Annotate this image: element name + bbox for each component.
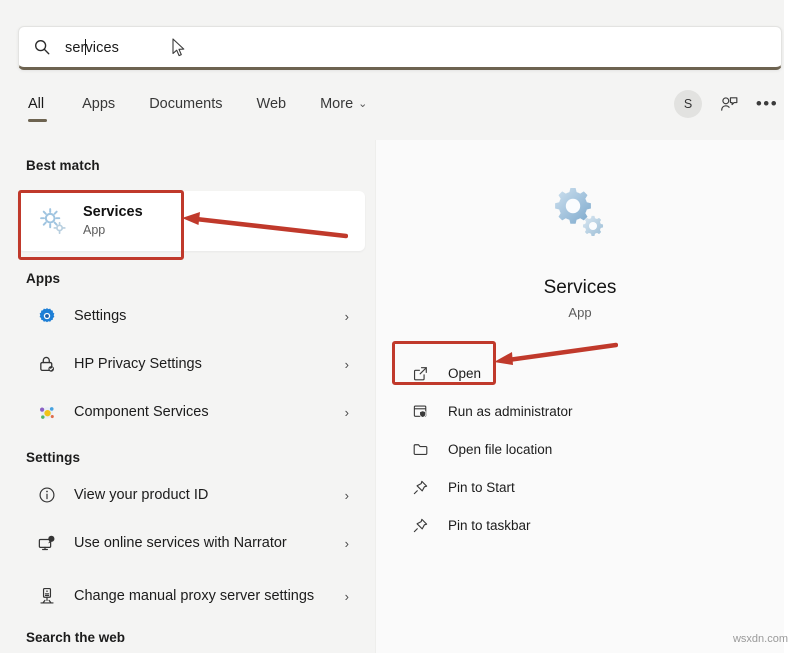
search-value-after: vices	[85, 40, 119, 56]
action-pin-to-start[interactable]: Pin to Start	[396, 468, 766, 506]
pin-icon	[410, 515, 430, 535]
ellipsis-glyph: •••	[756, 100, 778, 108]
list-item-label: Component Services	[74, 403, 337, 421]
tab-more[interactable]: More ⌄	[318, 92, 381, 124]
list-item-settings[interactable]: Settings ›	[10, 292, 367, 340]
shield-window-icon	[410, 401, 430, 421]
action-open[interactable]: Open	[396, 354, 766, 392]
list-item-label: View your product ID	[74, 486, 337, 504]
preview-pane: Services App Open	[375, 140, 784, 653]
ellipsis-icon[interactable]: •••	[756, 93, 778, 115]
chevron-right-icon[interactable]: ›	[345, 405, 349, 420]
info-circle-icon	[36, 484, 58, 506]
tab-web-label: Web	[257, 96, 287, 112]
avatar-initial: S	[684, 97, 692, 111]
chevron-right-icon[interactable]: ›	[345, 309, 349, 324]
search-icon	[33, 38, 51, 56]
avatar[interactable]: S	[674, 90, 702, 118]
component-services-icon	[36, 401, 58, 423]
tab-apps-label: Apps	[82, 96, 115, 112]
tab-all[interactable]: All	[26, 92, 58, 124]
result-item-title: Services	[83, 204, 143, 221]
chevron-right-icon[interactable]: ›	[345, 488, 349, 503]
list-item-view-product-id[interactable]: View your product ID ›	[10, 471, 367, 519]
preview-app-type: App	[376, 305, 784, 320]
settings-header: Settings	[0, 450, 375, 465]
proxy-server-icon	[36, 585, 58, 607]
open-external-icon	[410, 363, 430, 383]
list-item-narrator-online-services[interactable]: Use online services with Narrator ›	[10, 519, 367, 567]
filter-tabs: All Apps Documents Web More ⌄	[26, 92, 399, 130]
result-item-services[interactable]: Services App	[18, 191, 365, 251]
action-open-file-location[interactable]: Open file location	[396, 430, 766, 468]
result-item-subtitle: App	[83, 222, 143, 238]
action-label: Pin to Start	[448, 480, 515, 495]
chevron-right-icon[interactable]: ›	[345, 536, 349, 551]
narrator-monitor-icon	[36, 532, 58, 554]
action-run-as-administrator[interactable]: Run as administrator	[396, 392, 766, 430]
folder-icon	[410, 439, 430, 459]
gears-icon	[548, 182, 612, 246]
results-pane: Best match Servi	[0, 140, 375, 653]
pin-icon	[410, 477, 430, 497]
list-item-label: HP Privacy Settings	[74, 355, 337, 373]
page-right-edge	[784, 0, 800, 653]
tab-apps[interactable]: Apps	[80, 92, 129, 124]
chevron-right-icon[interactable]: ›	[345, 357, 349, 372]
search-box[interactable]: services	[18, 26, 782, 70]
tab-all-label: All	[28, 96, 44, 112]
action-label: Pin to taskbar	[448, 518, 531, 533]
feedback-person-icon[interactable]	[718, 93, 740, 115]
list-item-label: Change manual proxy server settings	[74, 587, 337, 606]
lock-icon	[36, 353, 58, 375]
list-item-label: Use online services with Narrator	[74, 534, 337, 552]
blue-gear-icon	[36, 305, 58, 327]
search-value-before: ser	[65, 40, 85, 56]
list-item-hp-privacy-settings[interactable]: HP Privacy Settings ›	[10, 340, 367, 388]
tab-documents[interactable]: Documents	[147, 92, 236, 124]
gears-icon	[38, 206, 68, 236]
list-item-component-services[interactable]: Component Services ›	[10, 388, 367, 436]
header-actions: S •••	[674, 90, 778, 118]
list-item-manual-proxy-settings[interactable]: Change manual proxy server settings ›	[10, 567, 367, 625]
watermark: wsxdn.com	[733, 633, 788, 645]
tab-web[interactable]: Web	[255, 92, 301, 124]
chevron-down-icon: ⌄	[358, 97, 367, 110]
result-item-text: Services App	[83, 204, 143, 238]
action-label: Open file location	[448, 442, 552, 457]
best-match-header: Best match	[0, 158, 375, 173]
tab-documents-label: Documents	[149, 96, 222, 112]
action-label: Open	[448, 366, 481, 381]
tab-more-label: More	[320, 96, 353, 112]
list-item-label: Settings	[74, 307, 337, 325]
action-pin-to-taskbar[interactable]: Pin to taskbar	[396, 506, 766, 544]
windows-search-flyout: services All Apps Documents Web More ⌄ S	[0, 0, 800, 653]
apps-header: Apps	[0, 271, 375, 286]
chevron-right-icon[interactable]: ›	[345, 589, 349, 604]
preview-app-name: Services	[376, 276, 784, 300]
action-label: Run as administrator	[448, 404, 573, 419]
preview-header: Services App	[376, 140, 784, 320]
search-input[interactable]: services	[65, 39, 119, 56]
preview-actions: Open Run as administrator	[376, 354, 784, 544]
search-the-web-header: Search the web	[26, 630, 125, 645]
